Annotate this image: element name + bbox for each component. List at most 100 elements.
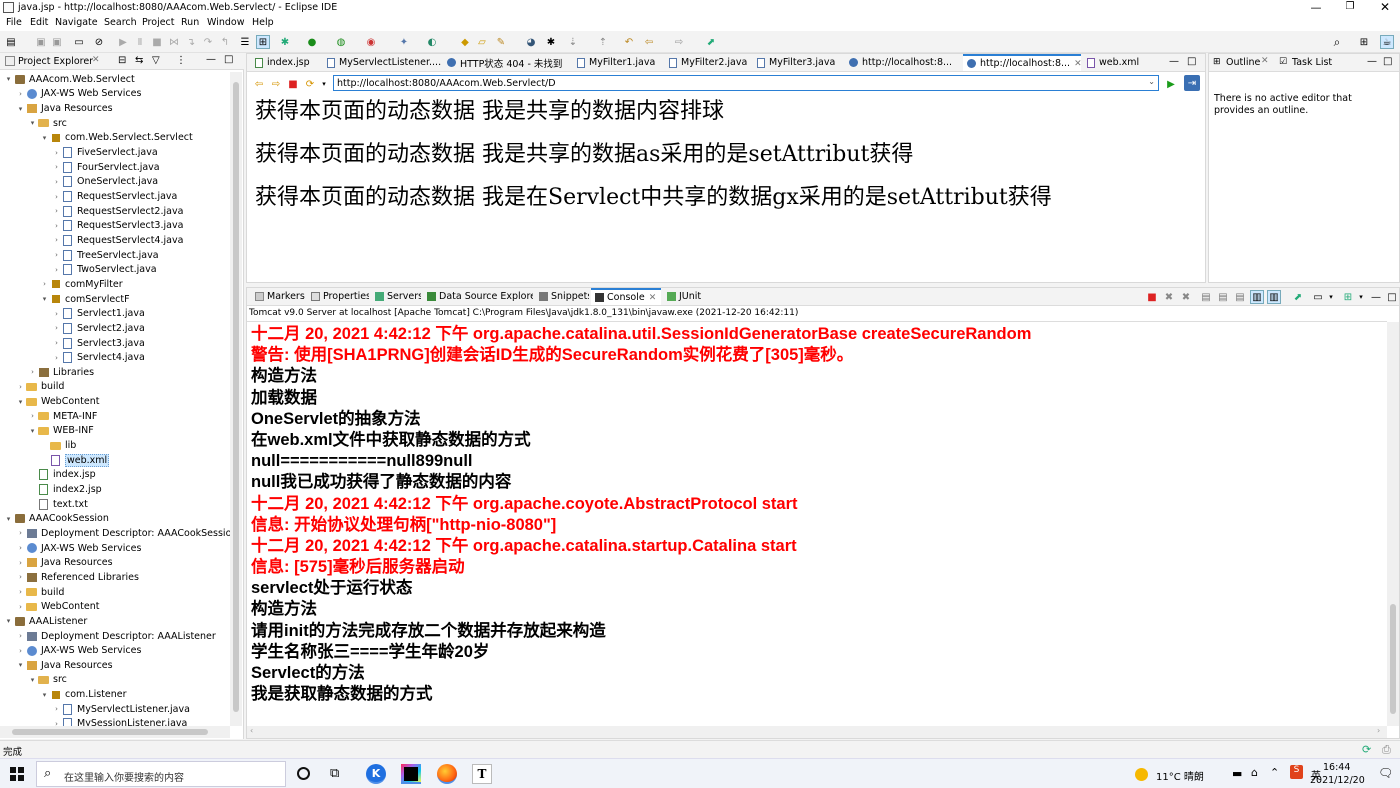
tree-item[interactable]: › Deployment Descriptor: AAACookSession <box>0 526 230 541</box>
editor-tab[interactable]: MyFilter2.java <box>665 54 751 71</box>
expanded-arrow-icon[interactable]: ▾ <box>16 661 25 669</box>
open-console-icon[interactable]: ⊞ <box>1341 290 1355 304</box>
link-editor-icon[interactable]: ⇆ <box>135 55 143 66</box>
tree-item[interactable]: ▾ WEB-INF <box>0 424 230 439</box>
open-console-dropdown-icon[interactable]: ▾ <box>1354 290 1368 304</box>
tree-item[interactable]: › JAX-WS Web Services <box>0 87 230 102</box>
scroll-lock-icon[interactable]: ▤ <box>1216 290 1230 304</box>
idea-icon[interactable] <box>401 764 421 784</box>
close-window-button[interactable]: ✕ <box>1375 0 1395 14</box>
windows-start-icon[interactable] <box>10 767 24 781</box>
clear-console-icon[interactable]: ▤ <box>1199 290 1213 304</box>
terminate-icon[interactable]: ■ <box>150 35 164 49</box>
tree-item[interactable]: › MyServlectListener.java <box>0 702 230 717</box>
collapsed-arrow-icon[interactable]: › <box>52 163 61 171</box>
tree-item[interactable]: ▾ AAAcom.Web.Servlect <box>0 72 230 87</box>
cortana-icon[interactable] <box>297 767 310 780</box>
tree-item[interactable]: ▾ WebContent <box>0 394 230 409</box>
tree-item[interactable]: › RequestServlect3.java <box>0 219 230 234</box>
collapsed-arrow-icon[interactable]: › <box>52 149 61 157</box>
browser-menu-icon[interactable]: ▾ <box>317 77 331 91</box>
maximize-view-icon[interactable]: □ <box>224 54 233 65</box>
expanded-arrow-icon[interactable]: ▾ <box>28 427 37 435</box>
tree-item[interactable]: › build <box>0 585 230 600</box>
collapse-all-icon[interactable]: ⊟ <box>118 55 126 66</box>
scroll-right-icon[interactable]: › <box>1377 726 1380 735</box>
console-maximize-icon[interactable]: □ <box>1385 290 1399 304</box>
open-task-icon[interactable]: ▱ <box>475 35 489 49</box>
disconnect-icon[interactable]: ⋈ <box>167 35 181 49</box>
outline-maximize-icon[interactable]: □ <box>1383 56 1392 67</box>
word-wrap-icon[interactable]: ▤ <box>1233 290 1247 304</box>
h-scrollbar-thumb[interactable] <box>12 729 208 735</box>
collapsed-arrow-icon[interactable]: › <box>16 632 25 640</box>
close-view-icon[interactable]: ✕ <box>92 55 100 65</box>
url-dropdown-icon[interactable]: ⌄ <box>1148 77 1155 86</box>
display-console-dropdown-icon[interactable]: ▾ <box>1324 290 1338 304</box>
view-menu-icon[interactable]: ⋮ <box>176 55 186 66</box>
expanded-arrow-icon[interactable]: ▾ <box>4 515 13 523</box>
search-toolbar-icon[interactable]: ✎ <box>494 35 508 49</box>
editor-tab[interactable]: index.jsp <box>251 54 321 71</box>
coverage-icon[interactable]: ◍ <box>334 35 348 49</box>
scrollbar-thumb[interactable] <box>233 82 239 712</box>
close-tab-icon[interactable]: ✕ <box>1074 59 1081 69</box>
console-vertical-scrollbar[interactable] <box>1387 322 1399 726</box>
back-icon[interactable]: ⇦ <box>642 35 656 49</box>
menu-help[interactable]: Help <box>252 17 274 28</box>
bottom-tab[interactable]: Data Source Explorer <box>423 288 533 305</box>
save-all-icon[interactable]: ▣ <box>50 35 64 49</box>
expanded-arrow-icon[interactable]: ▾ <box>16 398 25 406</box>
java-ee-perspective-icon[interactable]: ☕ <box>1380 35 1394 49</box>
last-edit-icon[interactable]: ↶ <box>622 35 636 49</box>
annotation-icon[interactable]: ✱ <box>544 35 558 49</box>
expanded-arrow-icon[interactable]: ▾ <box>40 295 49 303</box>
remove-all-icon[interactable]: ✖ <box>1179 290 1193 304</box>
bottom-tab[interactable]: Properties <box>307 288 369 305</box>
collapsed-arrow-icon[interactable]: › <box>52 193 61 201</box>
collapsed-arrow-icon[interactable]: › <box>28 368 37 376</box>
clock-date[interactable]: 2021/12/20 <box>1310 775 1365 786</box>
open-perspective-icon[interactable]: ⊞ <box>1357 35 1371 49</box>
expanded-arrow-icon[interactable]: ▾ <box>4 75 13 83</box>
menu-file[interactable]: File <box>6 17 22 28</box>
step-over-icon[interactable]: ↷ <box>201 35 215 49</box>
weather-text[interactable]: 11°C 晴朗 <box>1156 768 1204 783</box>
tree-item[interactable]: › Java Resources <box>0 555 230 570</box>
menu-edit[interactable]: Edit <box>30 17 48 28</box>
tree-horizontal-scrollbar[interactable] <box>0 726 230 738</box>
collapsed-arrow-icon[interactable]: › <box>28 412 37 420</box>
collapsed-arrow-icon[interactable]: › <box>52 266 61 274</box>
tree-item[interactable]: lib <box>0 438 230 453</box>
collapsed-arrow-icon[interactable]: › <box>52 178 61 186</box>
editor-tab[interactable]: MyFilter1.java <box>573 54 663 71</box>
new-server-icon[interactable]: ✦ <box>397 35 411 49</box>
console-output[interactable]: 十二月 20, 2021 4:42:12 下午 org.apache.catal… <box>251 324 1381 724</box>
new-icon[interactable]: ▤ <box>4 35 18 49</box>
tree-item[interactable]: › FourServlect.java <box>0 160 230 175</box>
new-class-icon[interactable]: ◐ <box>425 35 439 49</box>
tree-item[interactable]: › JAX-WS Web Services <box>0 541 230 556</box>
collapsed-arrow-icon[interactable]: › <box>16 588 25 596</box>
show-on-stderr-icon[interactable]: ▥ <box>1267 290 1281 304</box>
menu-window[interactable]: Window <box>207 17 244 28</box>
bottom-tab[interactable]: Markers <box>251 288 305 305</box>
tree-item[interactable]: › Deployment Descriptor: AAAListener <box>0 629 230 644</box>
minimize-view-icon[interactable]: — <box>206 54 216 65</box>
collapsed-arrow-icon[interactable]: › <box>16 90 25 98</box>
outline-minimize-icon[interactable]: — <box>1367 56 1377 67</box>
url-field[interactable]: http://localhost:8080/AAAcom.Web.Servlec… <box>333 75 1159 91</box>
tree-item[interactable]: ▾ src <box>0 673 230 688</box>
tree-item[interactable]: ▾ comServlectF <box>0 292 230 307</box>
tree-item[interactable]: ▾ Java Resources <box>0 101 230 116</box>
editor-maximize-icon[interactable]: □ <box>1187 56 1196 67</box>
tree-item[interactable]: index.jsp <box>0 468 230 483</box>
expanded-arrow-icon[interactable]: ▾ <box>40 691 49 699</box>
forward-icon[interactable]: ⇨ <box>672 35 686 49</box>
expanded-arrow-icon[interactable]: ▾ <box>28 676 37 684</box>
editor-tab[interactable]: web.xml <box>1083 54 1143 71</box>
menu-run[interactable]: Run <box>181 17 199 28</box>
open-type-icon[interactable]: ◆ <box>458 35 472 49</box>
servers-toolbar-icon[interactable]: ⊞ <box>256 35 270 49</box>
collapsed-arrow-icon[interactable]: › <box>52 310 61 318</box>
